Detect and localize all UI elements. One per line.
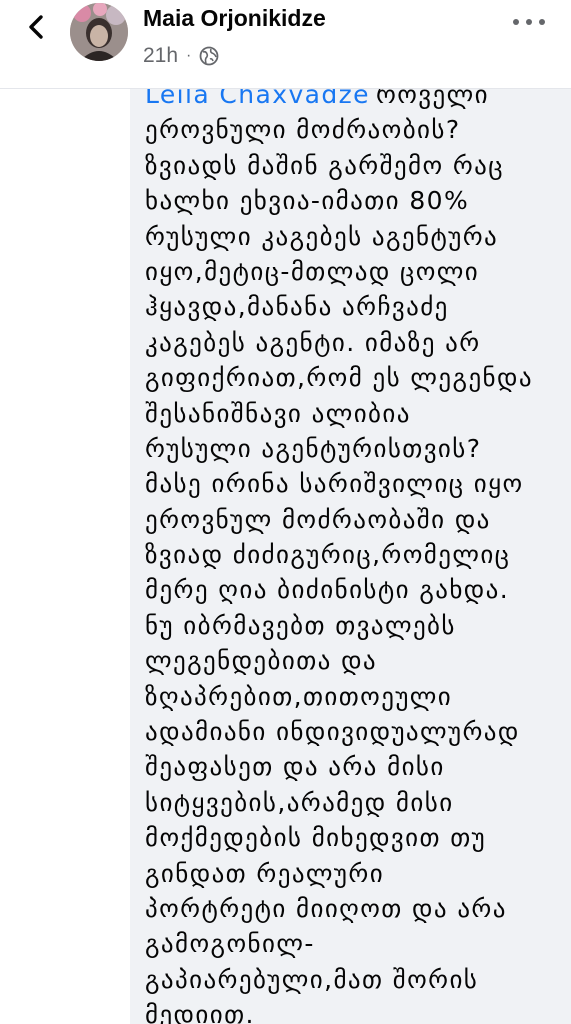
comment-line: რუსული კაგებეს აგენტურა xyxy=(145,221,499,251)
comment-line: შეაფასეთ და არა მისი xyxy=(145,752,445,782)
post-header: Maia Orjonikidze 21h · xyxy=(0,0,571,88)
back-button[interactable] xyxy=(18,12,54,42)
comment-line: იყო,მეტიც-მთლად ცოლი xyxy=(145,256,480,286)
comment-line: მოქმედების მიხედვით თუ xyxy=(145,823,487,853)
comment-line: გამოგონილ- xyxy=(145,929,315,959)
post-time[interactable]: 21h xyxy=(143,44,178,68)
comment-line: მერე ღია ბიძინისტი გახდა. xyxy=(145,575,510,605)
comment-line: გიფიქრიათ,რომ ეს ლეგენდა xyxy=(145,363,533,393)
comment-line: პორტრეტი მიიღოთ და არა xyxy=(145,893,507,923)
comment-line: გინდათ რეალური xyxy=(145,858,385,888)
comment-line: რუსული აგენტურისთვის? xyxy=(145,433,482,463)
comment-line: სიტყვების,არამედ მისი xyxy=(145,787,454,817)
comment-line: ეროვნულ მოძრაობაში და xyxy=(145,504,491,534)
comment-line: გაპიარებული,მათ შორის xyxy=(145,964,479,994)
chevron-left-icon xyxy=(29,15,43,39)
header-divider xyxy=(0,88,571,89)
comment-line: ლეგენდებითა და xyxy=(145,646,378,676)
comment-line: მასე ირინა სარიშვილიც იყო xyxy=(145,469,524,499)
comment-line: კაგებეს აგენტი. იმაზე არ xyxy=(145,327,481,357)
author-avatar[interactable] xyxy=(70,3,128,61)
comment-line: ზვიად ძიძიგურიც,რომელიც xyxy=(145,540,511,570)
comment-line: მედიით. xyxy=(145,1000,255,1024)
globe-icon xyxy=(199,46,219,66)
post-comment-view: Leila Chaxvadze როველი ეროვნული მოძრაობის… xyxy=(0,0,571,1024)
comment-line: ჰყავდა,მანანა არჩვაძე xyxy=(145,292,449,322)
meta-separator: · xyxy=(186,47,192,64)
comment-line: ზღაპრებით,თითოეული xyxy=(145,681,453,711)
author-name[interactable]: Maia Orjonikidze xyxy=(143,5,326,32)
post-meta: 21h · xyxy=(143,44,219,68)
comment-line: ადამიანი ინდივიდუალურად xyxy=(145,717,520,747)
comment-line: ზვიადს მაშინ გარშემო რაც xyxy=(145,150,504,180)
comment-text: Leila Chaxvadze როველი ეროვნული მოძრაობის… xyxy=(145,77,565,1024)
more-dots-icon xyxy=(513,19,519,25)
comment-line: ნუ იბრმავებთ თვალებს xyxy=(145,610,456,640)
more-dots-icon xyxy=(539,19,545,25)
avatar-image xyxy=(70,3,128,61)
comment-line: შესანიშნავი ალიბია xyxy=(145,398,411,428)
comment-line: ეროვნული მოძრაობის? xyxy=(145,115,461,145)
more-dots-icon xyxy=(526,19,532,25)
comment-line: ხალხი ეხვია-იმათი 80% xyxy=(145,186,470,216)
more-options-button[interactable] xyxy=(513,14,545,30)
